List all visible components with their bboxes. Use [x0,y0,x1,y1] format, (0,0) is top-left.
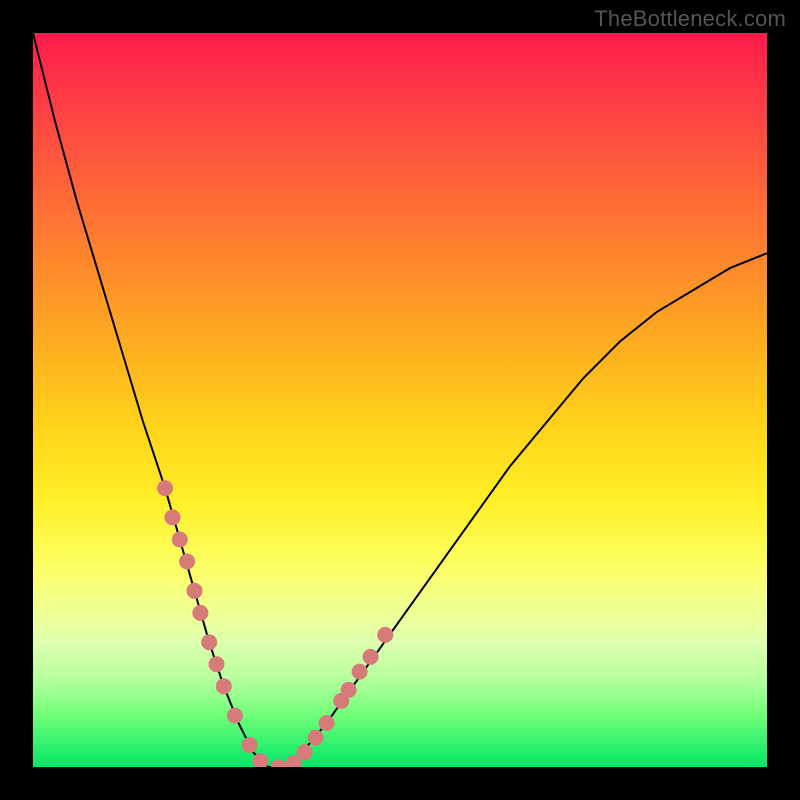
plot-area [33,33,767,767]
data-point-marker [377,627,393,643]
chart-frame: TheBottleneck.com [0,0,800,800]
data-point-marker [216,678,232,694]
data-point-marker [352,664,368,680]
curve-markers [157,480,393,767]
data-point-marker [165,509,181,525]
curve-svg [33,33,767,767]
data-point-marker [209,656,225,672]
data-point-marker [187,583,203,599]
data-point-marker [172,532,188,548]
data-point-marker [341,682,357,698]
data-point-marker [319,715,335,731]
bottleneck-curve [33,33,767,767]
data-point-marker [201,634,217,650]
data-point-marker [242,737,258,753]
data-point-marker [271,759,287,767]
data-point-marker [179,554,195,570]
watermark-text: TheBottleneck.com [594,6,786,32]
data-point-marker [192,605,208,621]
data-point-marker [308,730,324,746]
data-point-marker [363,649,379,665]
data-point-marker [297,744,313,760]
data-point-marker [157,480,173,496]
data-point-marker [227,708,243,724]
